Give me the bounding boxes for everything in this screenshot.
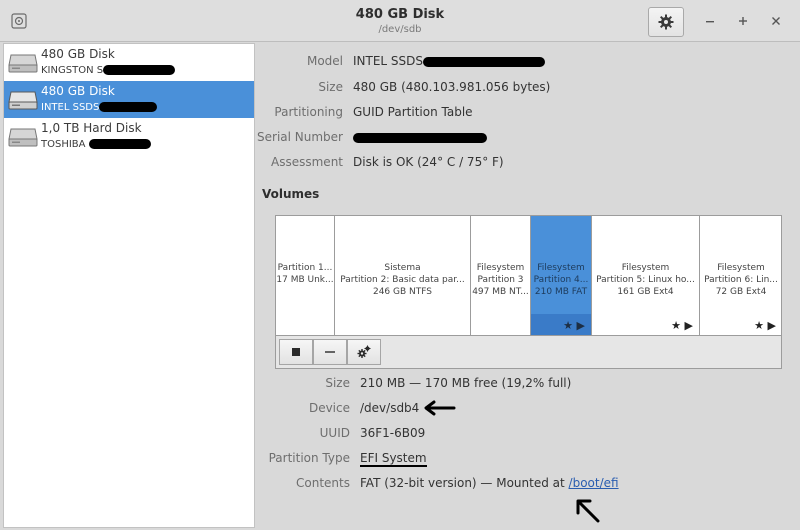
mounted-icon: ▶ bbox=[576, 319, 585, 332]
disk-details-pane: Model INTEL SSDS Size 480 GB (480.103.98… bbox=[256, 43, 800, 530]
volume-line2: Partition 5: Linux ho... bbox=[596, 275, 695, 285]
volume-line1: Filesystem bbox=[476, 263, 525, 273]
title-bar: 480 GB Disk /dev/sdb bbox=[0, 0, 800, 42]
redaction-mark bbox=[99, 102, 158, 112]
volume-line3: 161 GB Ext4 bbox=[617, 287, 674, 297]
volume-line2: Partition 4... bbox=[533, 275, 589, 285]
partitioning-value: GUID Partition Table bbox=[353, 105, 473, 119]
minimize-button[interactable] bbox=[699, 10, 721, 32]
volume-partition-3[interactable]: Filesystem Partition 3 497 MB NT... bbox=[471, 216, 531, 336]
hard-drive-icon bbox=[8, 91, 38, 110]
volume-map: Partition 1... 17 MB Unk... Sistema Part… bbox=[275, 215, 782, 336]
partition-size-label: Size bbox=[325, 376, 350, 390]
gear-icon bbox=[658, 14, 674, 30]
minus-icon bbox=[325, 351, 335, 353]
close-icon bbox=[772, 17, 780, 25]
redaction-mark bbox=[423, 56, 546, 67]
volume-line2: 17 MB Unk... bbox=[276, 275, 334, 285]
device-label: Device bbox=[308, 401, 350, 415]
partition-size-value: 210 MB — 170 MB free (19,2% full) bbox=[360, 376, 572, 390]
contents-label: Contents bbox=[296, 476, 350, 490]
mounted-icon: ▶ bbox=[684, 319, 693, 332]
drive-model: INTEL SSDS bbox=[41, 102, 158, 113]
volume-line1: Filesystem bbox=[537, 263, 585, 273]
model-label: Model bbox=[306, 54, 343, 68]
close-button[interactable] bbox=[765, 10, 787, 32]
volume-line2: Partition 3 bbox=[477, 275, 524, 285]
drive-item-toshiba[interactable]: 1,0 TB Hard Disk TOSHIBA bbox=[4, 118, 254, 155]
volume-line3: 72 GB Ext4 bbox=[715, 287, 767, 297]
volume-line1: Filesystem bbox=[717, 263, 765, 273]
assessment-value: Disk is OK (24° C / 75° F) bbox=[353, 155, 504, 169]
drive-model: KINGSTON S bbox=[41, 65, 176, 76]
drive-name: 480 GB Disk bbox=[41, 84, 115, 98]
drive-list: 480 GB Disk KINGSTON S 480 GB Disk INTEL… bbox=[3, 43, 255, 528]
redaction-mark bbox=[353, 132, 487, 143]
star-icon: ★ bbox=[563, 319, 574, 332]
mounted-icon: ▶ bbox=[767, 319, 776, 332]
maximize-icon bbox=[739, 17, 747, 25]
drive-name: 480 GB Disk bbox=[41, 47, 115, 61]
drive-model: TOSHIBA bbox=[41, 139, 151, 150]
gears-icon bbox=[357, 345, 371, 358]
serial-value bbox=[353, 130, 487, 144]
volume-line1: Partition 1... bbox=[277, 263, 333, 273]
drive-item-kingston[interactable]: 480 GB Disk KINGSTON S bbox=[4, 44, 254, 81]
contents-value: FAT (32-bit version) — Mounted at /boot/… bbox=[360, 476, 619, 490]
partition-type-value: EFI System bbox=[360, 451, 427, 467]
volume-line2: Partition 6: Lin... bbox=[704, 275, 778, 285]
assessment-label: Assessment bbox=[271, 155, 343, 169]
maximize-button[interactable] bbox=[732, 10, 754, 32]
volume-status-icons: ★ ▶ bbox=[563, 320, 585, 332]
mount-point-link[interactable]: /boot/efi bbox=[569, 476, 619, 490]
hard-drive-icon bbox=[8, 54, 38, 73]
volume-status-icons: ★ ▶ bbox=[671, 320, 693, 332]
partition-type-label: Partition Type bbox=[268, 451, 350, 465]
volume-partition-1[interactable]: Partition 1... 17 MB Unk... bbox=[276, 216, 335, 336]
partition-options-button[interactable] bbox=[347, 339, 381, 365]
uuid-label: UUID bbox=[319, 426, 350, 440]
volume-partition-2[interactable]: Sistema Partition 2: Basic data par... 2… bbox=[335, 216, 471, 336]
drive-options-button[interactable] bbox=[648, 7, 684, 37]
volume-partition-4[interactable]: Filesystem Partition 4... 210 MB FAT ★ ▶ bbox=[531, 216, 592, 336]
delete-partition-button[interactable] bbox=[313, 339, 347, 365]
model-value: INTEL SSDS bbox=[353, 54, 546, 68]
device-value: /dev/sdb4 bbox=[360, 401, 420, 415]
uuid-value: 36F1-6B09 bbox=[360, 426, 426, 440]
size-value: 480 GB (480.103.981.056 bytes) bbox=[353, 80, 551, 94]
serial-label: Serial Number bbox=[257, 130, 343, 144]
volume-toolbar bbox=[275, 335, 782, 369]
volume-partition-5[interactable]: Filesystem Partition 5: Linux ho... 161 … bbox=[592, 216, 700, 336]
size-label: Size bbox=[318, 80, 343, 94]
minimize-icon bbox=[706, 21, 714, 23]
volume-line1: Filesystem bbox=[621, 263, 670, 273]
volume-line3: 497 MB NT... bbox=[472, 287, 529, 297]
star-icon: ★ bbox=[671, 319, 682, 332]
drive-name: 1,0 TB Hard Disk bbox=[41, 121, 142, 135]
unmount-button[interactable] bbox=[279, 339, 313, 365]
drive-item-intel[interactable]: 480 GB Disk INTEL SSDS bbox=[4, 81, 254, 118]
volume-status-icons: ★ ▶ bbox=[754, 320, 776, 332]
redaction-mark bbox=[103, 65, 176, 75]
star-icon: ★ bbox=[754, 319, 765, 332]
volume-line2: Partition 2: Basic data par... bbox=[340, 275, 465, 285]
stop-icon bbox=[292, 348, 300, 356]
volume-line3: 246 GB NTFS bbox=[372, 287, 432, 297]
volume-line3: 210 MB FAT bbox=[534, 287, 588, 297]
annotation-arrow-left-icon bbox=[424, 400, 456, 416]
volume-partition-6[interactable]: Filesystem Partition 6: Lin... 72 GB Ext… bbox=[700, 216, 782, 336]
annotation-arrow-up-icon bbox=[576, 499, 600, 523]
redaction-mark bbox=[88, 139, 151, 149]
hard-drive-icon bbox=[8, 128, 38, 147]
volumes-heading: Volumes bbox=[262, 187, 320, 201]
volume-line1: Sistema bbox=[384, 263, 421, 273]
partitioning-label: Partitioning bbox=[274, 105, 343, 119]
